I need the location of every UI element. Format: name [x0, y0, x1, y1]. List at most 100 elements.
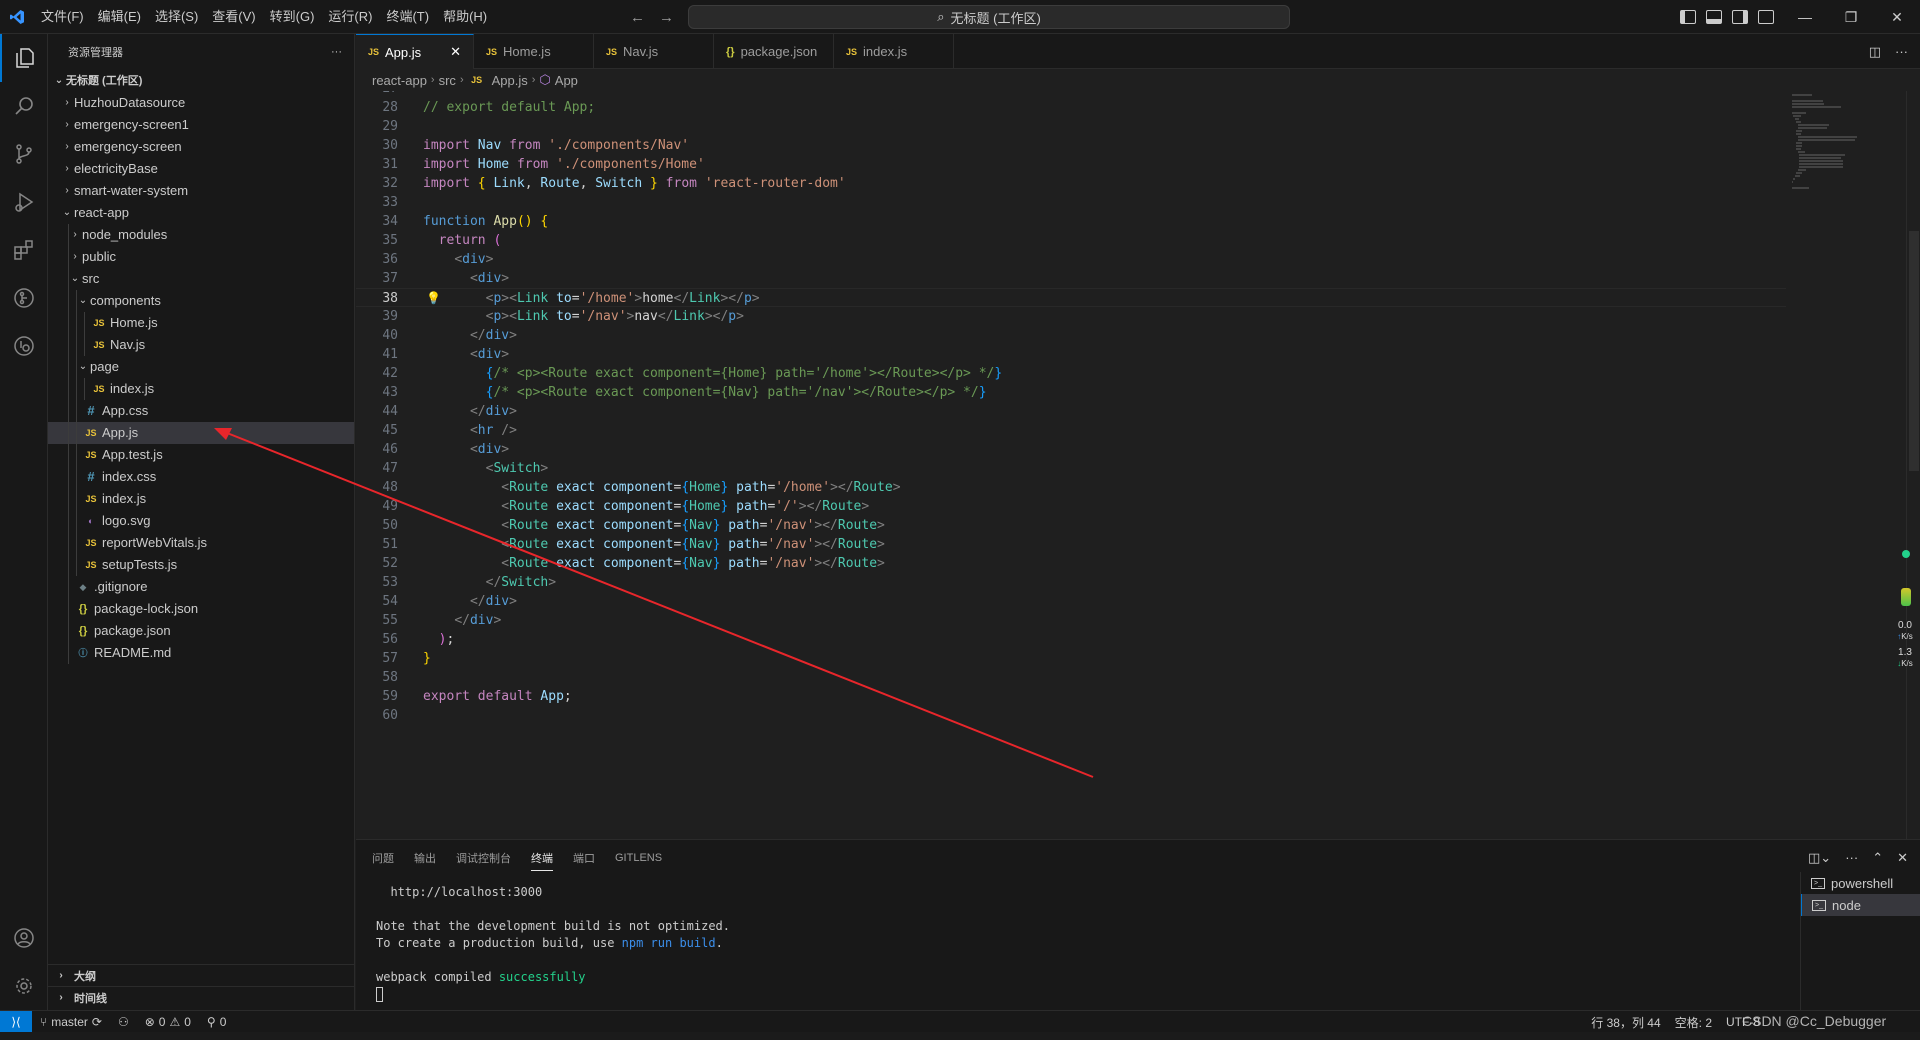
code-line[interactable]: 41 <div>: [356, 345, 1786, 364]
ports-indicator[interactable]: ⚲ 0: [199, 1015, 234, 1029]
folder-item[interactable]: › node_modules: [48, 224, 354, 246]
folder-item[interactable]: › emergency-screen1: [48, 114, 354, 136]
code-line[interactable]: 51 <Route exact component={Nav} path='/n…: [356, 535, 1786, 554]
code-line[interactable]: 58: [356, 668, 1786, 687]
folder-item[interactable]: › public: [48, 246, 354, 268]
code-line[interactable]: 27: [356, 91, 1786, 98]
run-debug-icon[interactable]: [0, 178, 48, 226]
code-line[interactable]: 48 <Route exact component={Home} path='/…: [356, 478, 1786, 497]
panel-tab[interactable]: 终端: [531, 845, 553, 871]
folder-item[interactable]: ⌄ page: [48, 356, 354, 378]
editor-tab[interactable]: JS index.js: [834, 34, 954, 69]
file-item[interactable]: ◐ logo.svg: [48, 510, 354, 532]
panel-tab[interactable]: 端口: [573, 850, 595, 866]
breadcrumb-item[interactable]: App.js: [492, 73, 528, 88]
panel-tab[interactable]: GITLENS: [615, 852, 662, 864]
folder-item[interactable]: ⌄ react-app: [48, 202, 354, 224]
file-item[interactable]: JS App.js: [48, 422, 354, 444]
editor-scrollbar[interactable]: [1906, 91, 1920, 839]
maximize-panel-icon[interactable]: ⌃: [1872, 850, 1883, 866]
menu-item[interactable]: 选择(S): [148, 0, 205, 34]
menu-item[interactable]: 编辑(E): [91, 0, 148, 34]
close-window-icon[interactable]: ✕: [1874, 0, 1920, 34]
code-line[interactable]: 59 export default App;: [356, 687, 1786, 706]
customize-layout-icon[interactable]: [1758, 10, 1774, 24]
toggle-sidebar-icon[interactable]: [1680, 10, 1696, 24]
file-item[interactable]: JS Nav.js: [48, 334, 354, 356]
split-editor-icon[interactable]: ◫: [1869, 44, 1881, 60]
code-line[interactable]: 31 import Home from './components/Home': [356, 155, 1786, 174]
file-item[interactable]: JS App.test.js: [48, 444, 354, 466]
manage-gear-icon[interactable]: [0, 962, 48, 1010]
file-item[interactable]: JS Home.js: [48, 312, 354, 334]
code-line[interactable]: 46 <div>: [356, 440, 1786, 459]
file-item[interactable]: ◆ .gitignore: [48, 576, 354, 598]
code-line[interactable]: 36 <div>: [356, 250, 1786, 269]
terminal-instance[interactable]: >_ node: [1801, 894, 1920, 916]
file-item[interactable]: ⓘ README.md: [48, 642, 354, 664]
menu-item[interactable]: 文件(F): [34, 0, 91, 34]
folder-item[interactable]: ⌄ components: [48, 290, 354, 312]
folder-item[interactable]: › electricityBase: [48, 158, 354, 180]
file-item[interactable]: {} package-lock.json: [48, 598, 354, 620]
outline-section[interactable]: › 大纲: [48, 964, 355, 986]
minimap[interactable]: [1792, 91, 1892, 241]
code-line[interactable]: 54 </div>: [356, 592, 1786, 611]
editor-tab[interactable]: {} package.json: [714, 34, 834, 69]
code-line[interactable]: 38 💡 <p><Link to='/home'>home</Link></p>: [356, 288, 1786, 307]
source-control-icon[interactable]: [0, 130, 48, 178]
terminal-instance[interactable]: >_ powershell: [1801, 872, 1920, 894]
back-arrow-icon[interactable]: ←: [630, 9, 645, 26]
code-line[interactable]: 52 <Route exact component={Nav} path='/n…: [356, 554, 1786, 573]
code-line[interactable]: 56 );: [356, 630, 1786, 649]
menu-item[interactable]: 终端(T): [379, 0, 436, 34]
code-line[interactable]: 35 return (: [356, 231, 1786, 250]
code-line[interactable]: 37 <div>: [356, 269, 1786, 288]
code-line[interactable]: 33: [356, 193, 1786, 212]
folder-item[interactable]: › HuzhouDatasource: [48, 92, 354, 114]
file-item[interactable]: # index.css: [48, 466, 354, 488]
minimize-icon[interactable]: —: [1782, 0, 1828, 34]
code-line[interactable]: 39 <p><Link to='/nav'>nav</Link></p>: [356, 307, 1786, 326]
folder-item[interactable]: › emergency-screen: [48, 136, 354, 158]
indentation[interactable]: 空格: 2: [1675, 1014, 1712, 1031]
breadcrumb-item[interactable]: App: [555, 73, 578, 88]
editor-tab[interactable]: JS Home.js: [474, 34, 594, 69]
code-editor[interactable]: 27 28 // export default App; 29 30 import Nav…: [356, 91, 1920, 839]
problems-indicator[interactable]: ⊗ 0 ⚠ 0: [137, 1015, 199, 1029]
code-line[interactable]: 50 <Route exact component={Nav} path='/n…: [356, 516, 1786, 535]
code-line[interactable]: 32 import { Link, Route, Switch } from 'r…: [356, 174, 1786, 193]
code-line[interactable]: 42 {/* <p><Route exact component={Home} …: [356, 364, 1786, 383]
code-line[interactable]: 34 function App() {: [356, 212, 1786, 231]
new-terminal-split-icon[interactable]: ◫⌄: [1808, 850, 1831, 866]
file-item[interactable]: JS index.js: [48, 488, 354, 510]
explorer-icon[interactable]: [0, 34, 48, 82]
code-line[interactable]: 44 </div>: [356, 402, 1786, 421]
close-panel-icon[interactable]: ✕: [1897, 850, 1908, 866]
remote-explorer-icon[interactable]: [0, 322, 48, 370]
forward-arrow-icon[interactable]: →: [659, 9, 674, 26]
panel-tab[interactable]: 输出: [414, 850, 436, 866]
folder-item[interactable]: › smart-water-system: [48, 180, 354, 202]
command-center[interactable]: ⌕ 无标题 (工作区): [688, 5, 1290, 29]
timeline-section[interactable]: › 时间线: [48, 986, 355, 1008]
gitlens-status[interactable]: ⚇: [110, 1015, 137, 1029]
code-line[interactable]: 40 </div>: [356, 326, 1786, 345]
toggle-secondary-sidebar-icon[interactable]: [1732, 10, 1748, 24]
code-line[interactable]: 30 import Nav from './components/Nav': [356, 136, 1786, 155]
restore-icon[interactable]: ❐: [1828, 0, 1874, 34]
branch-indicator[interactable]: ⑂ master ⟳: [32, 1015, 110, 1029]
file-item[interactable]: {} package.json: [48, 620, 354, 642]
account-icon[interactable]: [0, 914, 48, 962]
code-line[interactable]: 28 // export default App;: [356, 98, 1786, 117]
menu-item[interactable]: 查看(V): [205, 0, 262, 34]
file-item[interactable]: JS index.js: [48, 378, 354, 400]
menu-item[interactable]: 运行(R): [321, 0, 379, 34]
extensions-icon[interactable]: [0, 226, 48, 274]
editor-tab[interactable]: JS App.js ✕: [356, 34, 474, 69]
gitlens-icon[interactable]: [0, 274, 48, 322]
breadcrumb-item[interactable]: react-app: [372, 73, 427, 88]
code-line[interactable]: 49 <Route exact component={Home} path='/…: [356, 497, 1786, 516]
close-tab-icon[interactable]: ✕: [450, 44, 461, 60]
scrollbar-thumb[interactable]: [1909, 231, 1919, 471]
